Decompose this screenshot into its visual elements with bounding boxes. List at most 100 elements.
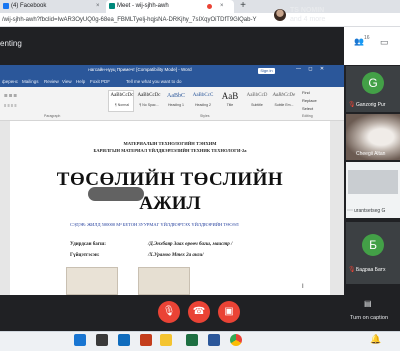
tab-label: (4) Facebook: [11, 3, 47, 9]
style-heading-2[interactable]: AaBbCcC Heading 2: [189, 90, 215, 112]
close-icon[interactable]: ×: [96, 0, 100, 13]
camera-off-button[interactable]: ▣: [218, 301, 240, 323]
people-icon[interactable]: 👥: [354, 37, 364, 46]
menu-references[interactable]: ференс: [2, 79, 18, 84]
address-bar[interactable]: /wij-sjhh-awh?fbclid=IwAR3OyUQ0g-68ea_FB…: [0, 13, 400, 27]
document-page[interactable]: МАТЕРИАЛЫН ТЕХНОЛОГИЙН ТЭНХИМ БАРИЛГЫН М…: [10, 121, 330, 295]
participant-video: [348, 170, 398, 194]
participant-name: Cheegii Altan: [356, 151, 386, 157]
doc-program: БАРИЛГЫН МАТЕРИАЛ ҮЙЛДВЭРЛЭЛИЙН ТЕХНИК Т…: [93, 148, 247, 153]
style-name: Subtle Em...: [274, 103, 294, 107]
doc-department: МАТЕРИАЛЫН ТЕХНОЛОГИЙН ТЭНХИМ: [123, 141, 217, 146]
participant-video[interactable]: Cheegii Altan: [346, 114, 400, 160]
style-heading-1[interactable]: AaBbC Heading 1: [162, 90, 188, 112]
style-subtitle[interactable]: AaBbCcD Subtitle: [243, 90, 269, 112]
mic-off-button[interactable]: 🎙: [158, 301, 180, 323]
notification-icon[interactable]: 🔔: [370, 334, 381, 345]
presenter-avatar: [274, 9, 286, 21]
word-window-title: нагсайн-нууц Примечт [Compatibility Mode…: [88, 67, 192, 72]
task-view-icon[interactable]: [96, 334, 108, 346]
presenter-pill-overlay: [88, 187, 144, 201]
text-cursor-icon: I: [302, 284, 304, 290]
style-sample: AaBbCcDc: [137, 93, 161, 98]
tab-meet[interactable]: Meet - wij-sjhh-awh ×: [106, 0, 234, 13]
style-sample: AaB: [221, 91, 239, 101]
browser-tab-strip: (4) Facebook × Meet - wij-sjhh-awh × +: [0, 0, 400, 13]
menu-foxit-pdf[interactable]: Foxit PDF: [90, 79, 110, 84]
end-call-button[interactable]: ☎: [188, 301, 210, 323]
windows-taskbar: [0, 331, 400, 351]
url-text[interactable]: /wij-sjhh-awh?fbclid=IwAR3OyUQ0g-68ea_FB…: [0, 14, 400, 26]
excel-icon[interactable]: [186, 334, 198, 346]
captions-icon[interactable]: ▤: [364, 299, 372, 308]
new-tab-button[interactable]: +: [236, 0, 250, 13]
style-name: Subtitle: [251, 103, 263, 107]
style-name: ¶ Normal: [114, 103, 130, 107]
powerpoint-icon[interactable]: [140, 334, 152, 346]
ribbon-group-editing: Editing: [302, 114, 313, 118]
close-icon[interactable]: ×: [220, 0, 224, 13]
menu-mailings[interactable]: Mailings: [22, 79, 39, 84]
align-icons[interactable]: ≡ ≡ ≡ ≡: [4, 103, 17, 108]
participant-name: Ganzorig Pur: [356, 102, 386, 108]
style-sample: AaBbCcC: [192, 93, 214, 98]
style-name: Title: [226, 103, 234, 107]
style-subtle-emphasis[interactable]: AaBbCcDe Subtle Em...: [270, 90, 296, 112]
style-name: Heading 1: [168, 103, 184, 107]
mic-off-icon: 🎙: [348, 267, 356, 273]
doc-topic: СЭДЭВ: ЖИЛД 500000 М³ БЕТОН ЗУУРМАГ ҮЙЛД…: [70, 222, 239, 227]
list-bullets-icon[interactable]: ☰ ☰ ☰: [4, 93, 17, 98]
avatar: G: [362, 72, 384, 94]
style-sample: AaBbCcDe: [272, 93, 296, 98]
menu-help[interactable]: Help: [76, 79, 85, 84]
word-icon[interactable]: [208, 334, 220, 346]
replace-button[interactable]: Replace: [302, 98, 317, 103]
mail-icon[interactable]: [118, 334, 130, 346]
meet-side-header: [344, 27, 400, 65]
participant-tile[interactable]: urantsetseg G ⋯: [346, 162, 400, 218]
captions-label[interactable]: Turn on caption: [350, 315, 388, 321]
camera-off-icon: ▣: [224, 306, 234, 317]
file-explorer-icon[interactable]: [160, 334, 172, 346]
select-button[interactable]: Select: [302, 106, 313, 111]
style-sample: AaBbCcDc: [110, 93, 134, 98]
meet-icon: [109, 3, 115, 9]
participant-tile[interactable]: Б 🎙 Бадраа Батх: [346, 222, 400, 284]
tell-me-search[interactable]: Tell me what you want to do: [126, 79, 182, 84]
doc-student-label: Гүйцэтгэсэн:: [70, 253, 100, 258]
participant-tile[interactable]: G 🎙 Ganzorig Pur: [346, 66, 400, 112]
phone-hangup-icon: ☎: [192, 306, 206, 317]
style-title[interactable]: AaB Title: [216, 90, 242, 112]
find-button[interactable]: Find: [302, 90, 310, 95]
doc-image: [138, 267, 190, 295]
window-controls[interactable]: — ◻ ✕: [296, 66, 327, 72]
menu-review[interactable]: Review: [44, 79, 59, 84]
chat-icon[interactable]: ▭: [380, 37, 389, 48]
call-controls-bar: 🎙 ☎ ▣: [0, 295, 344, 331]
captions-panel[interactable]: [344, 295, 400, 331]
style-sample: AaBbC: [167, 93, 185, 99]
document-canvas: МАТЕРИАЛЫН ТЕХНОЛОГИЙН ТЭНХИМ БАРИЛГЫН М…: [0, 121, 344, 295]
chrome-icon[interactable]: [230, 334, 242, 346]
doc-image: [66, 267, 118, 295]
avatar: Б: [362, 234, 384, 256]
style-name: ¶ No Spac...: [139, 103, 159, 107]
menu-view[interactable]: View: [62, 79, 72, 84]
tab-facebook[interactable]: (4) Facebook ×: [0, 0, 106, 13]
doc-title-line2: АЖИЛ: [139, 193, 201, 214]
presenter-name: TS NOMIN: [290, 7, 325, 14]
doc-advisor-label: Удирдсан багш:: [70, 242, 106, 247]
style-normal[interactable]: AaBbCcDc ¶ Normal: [108, 90, 134, 112]
tab-label: Meet - wij-sjhh-awh: [117, 3, 169, 9]
style-no-spacing[interactable]: AaBbCcDc ¶ No Spac...: [135, 90, 161, 112]
meet-presenting-bar: enting: [0, 27, 400, 65]
sign-in-button[interactable]: Sign in: [258, 68, 275, 74]
style-name: Heading 2: [195, 103, 211, 107]
edge-icon[interactable]: [74, 334, 86, 346]
recording-dot-icon: [207, 4, 212, 9]
word-ribbon: ☰ ☰ ☰ ≡ ≡ ≡ ≡ Paragraph AaBbCcDc ¶ Norma…: [0, 87, 344, 121]
word-window: нагсайн-нууц Примечт [Compatibility Mode…: [0, 65, 344, 295]
doc-advisor-value: /Д.Энхбаяр Заах өрөөч багш, маистр /: [148, 242, 233, 247]
more-options-icon[interactable]: ⋯: [347, 207, 353, 214]
mic-off-icon: 🎙: [162, 306, 176, 317]
